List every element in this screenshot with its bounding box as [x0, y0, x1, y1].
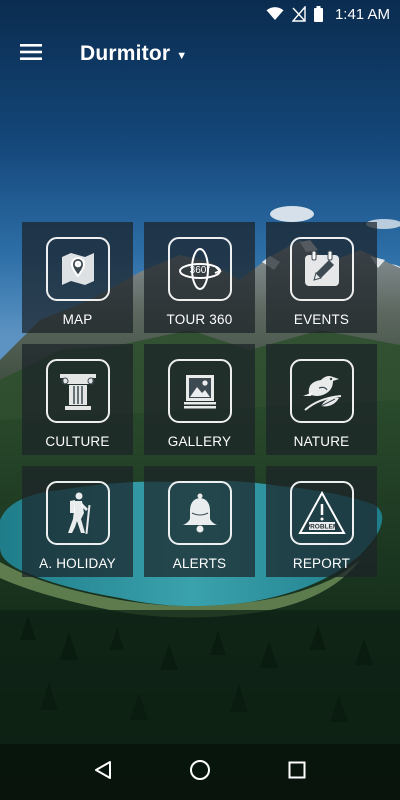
battery-icon — [313, 6, 323, 22]
status-time: 1:41 AM — [334, 5, 390, 23]
recents-square-icon — [288, 761, 306, 784]
tile-report[interactable]: PROBLEM REPORT — [266, 466, 377, 577]
hiker-icon — [45, 481, 110, 545]
tour-360-icon: 360° — [167, 237, 232, 301]
column-icon — [45, 359, 110, 423]
tile-alerts-label: ALERTS — [172, 556, 227, 571]
picture-icon — [167, 359, 232, 423]
location-selector[interactable]: Durmitor ▼ — [80, 42, 187, 66]
warning-triangle-icon-text: PROBLEM — [305, 524, 338, 531]
system-nav-bar — [0, 744, 400, 800]
bird-icon — [289, 359, 354, 423]
tile-events-label: EVENTS — [293, 312, 350, 327]
status-bar: 1:41 AM — [0, 0, 400, 28]
tile-active-holiday[interactable]: A. HOLIDAY — [22, 466, 133, 577]
tile-active-holiday-label: A. HOLIDAY — [39, 556, 116, 571]
bell-icon — [167, 481, 232, 545]
no-signal-icon — [291, 6, 306, 22]
tile-report-label: REPORT — [292, 556, 351, 571]
tile-gallery-label: GALLERY — [167, 434, 232, 449]
map-pin-icon — [45, 237, 110, 301]
app-bar: Durmitor ▼ — [0, 30, 400, 78]
tile-alerts[interactable]: ALERTS — [144, 466, 255, 577]
menu-grid: MAP 360° TOUR 360 EVENTS CULTURE GALLERY… — [22, 222, 377, 577]
tile-tour-360[interactable]: 360° TOUR 360 — [144, 222, 255, 333]
calendar-edit-icon — [289, 237, 354, 301]
tile-map-label: MAP — [62, 312, 93, 327]
tile-gallery[interactable]: GALLERY — [144, 344, 255, 455]
tile-nature[interactable]: NATURE — [266, 344, 377, 455]
tile-tour-360-label: TOUR 360 — [166, 312, 233, 327]
app-title: Durmitor — [80, 42, 171, 65]
nav-home-button[interactable] — [180, 752, 220, 792]
wifi-icon — [266, 7, 284, 21]
tile-culture-label: CULTURE — [45, 434, 110, 449]
hamburger-menu-button[interactable] — [11, 34, 51, 74]
tile-map[interactable]: MAP — [22, 222, 133, 333]
caret-down-icon: ▼ — [176, 49, 188, 62]
tour-360-icon-text: 360° — [189, 265, 210, 276]
tile-culture[interactable]: CULTURE — [22, 344, 133, 455]
warning-triangle-icon: PROBLEM — [289, 481, 354, 545]
home-circle-icon — [189, 759, 211, 786]
nav-back-button[interactable] — [83, 752, 123, 792]
nav-recents-button[interactable] — [277, 752, 317, 792]
tile-events[interactable]: EVENTS — [266, 222, 377, 333]
hamburger-menu-icon — [20, 43, 42, 65]
tile-nature-label: NATURE — [293, 434, 350, 449]
back-triangle-icon — [94, 760, 112, 785]
